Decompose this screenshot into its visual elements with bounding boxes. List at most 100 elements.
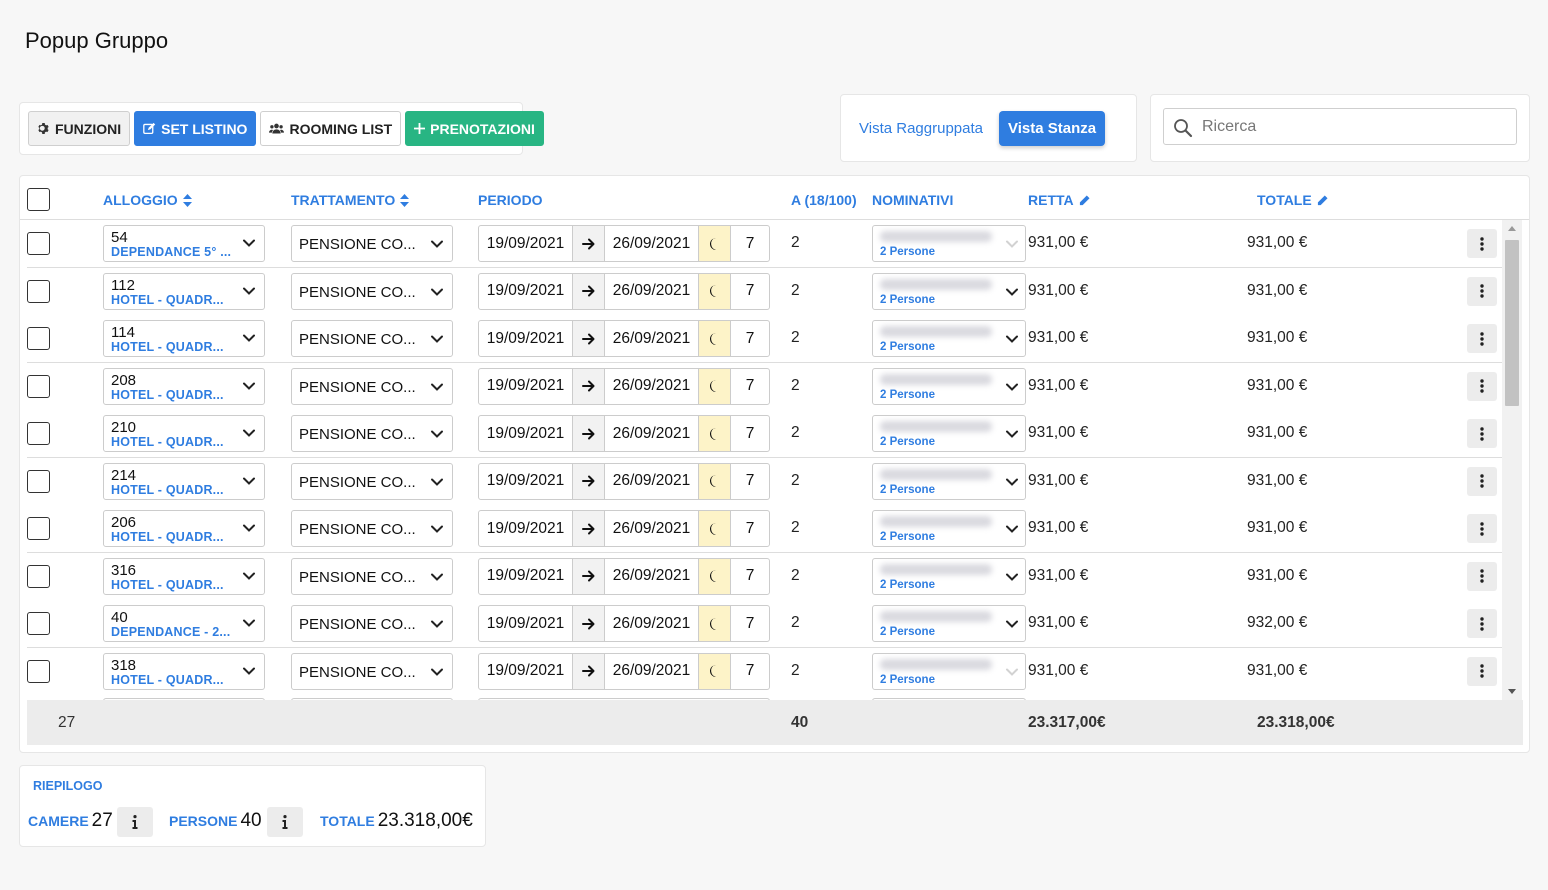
summary-totale-label: TOTALE bbox=[320, 813, 375, 829]
row-checkbox[interactable] bbox=[27, 232, 50, 255]
trattamento-select[interactable]: PENSIONE CO... bbox=[291, 510, 453, 547]
row-actions-button[interactable] bbox=[1467, 229, 1497, 258]
date-from-input[interactable]: 19/09/2021 bbox=[479, 653, 573, 689]
row-actions-button[interactable] bbox=[1467, 324, 1497, 353]
trattamento-select[interactable]: PENSIONE CO... bbox=[291, 652, 453, 690]
date-to-input[interactable]: 26/09/2021 bbox=[605, 416, 699, 451]
nights-input[interactable]: 7 bbox=[731, 226, 769, 261]
row-actions-button[interactable] bbox=[1467, 276, 1497, 306]
nominativi-select[interactable]: 2 Persone bbox=[872, 367, 1026, 405]
date-to-input[interactable]: 26/09/2021 bbox=[605, 273, 699, 309]
date-to-input[interactable]: 26/09/2021 bbox=[605, 463, 699, 499]
search-input[interactable] bbox=[1202, 109, 1502, 144]
nights-input[interactable]: 7 bbox=[731, 369, 769, 404]
row-actions-button[interactable] bbox=[1467, 514, 1497, 543]
date-to-input[interactable]: 26/09/2021 bbox=[605, 511, 699, 546]
row-checkbox[interactable] bbox=[27, 517, 50, 540]
nights-input[interactable]: 7 bbox=[731, 464, 769, 499]
row-checkbox[interactable] bbox=[27, 659, 50, 683]
vista-raggruppata-link[interactable]: Vista Raggruppata bbox=[859, 120, 983, 137]
header-retta[interactable]: RETTA bbox=[1028, 192, 1090, 208]
nights-input[interactable]: 7 bbox=[731, 511, 769, 546]
nights-input[interactable]: 7 bbox=[731, 654, 769, 689]
nights-input[interactable]: 7 bbox=[731, 321, 769, 356]
row-checkbox[interactable] bbox=[27, 612, 50, 635]
nights-input[interactable]: 7 bbox=[731, 416, 769, 451]
row-actions-button[interactable] bbox=[1467, 371, 1497, 401]
nominativi-select[interactable]: 2 Persone bbox=[872, 557, 1026, 595]
row-actions-button[interactable] bbox=[1467, 561, 1497, 591]
alloggio-select[interactable]: 318 HOTEL - QUADR... bbox=[103, 652, 265, 690]
alloggio-select[interactable]: 114 HOTEL - QUADR... bbox=[103, 320, 265, 357]
nominativi-select[interactable]: 2 Persone bbox=[872, 225, 1026, 262]
header-totale[interactable]: TOTALE bbox=[1257, 192, 1328, 208]
rooming-list-button[interactable]: ROOMING LIST bbox=[260, 111, 402, 146]
date-from-input[interactable]: 19/09/2021 bbox=[479, 463, 573, 499]
funzioni-button[interactable]: FUNZIONI bbox=[28, 111, 131, 146]
date-from-input[interactable]: 19/09/2021 bbox=[479, 321, 573, 356]
row-checkbox[interactable] bbox=[27, 279, 50, 303]
date-from-input[interactable]: 19/09/2021 bbox=[479, 416, 573, 451]
camere-info-button[interactable] bbox=[117, 807, 153, 837]
date-from-input[interactable]: 19/09/2021 bbox=[479, 606, 573, 641]
alloggio-select[interactable]: 206 HOTEL - QUADR... bbox=[103, 510, 265, 547]
nominativi-select[interactable]: 2 Persone bbox=[872, 652, 1026, 690]
trattamento-select[interactable]: PENSIONE CO... bbox=[291, 462, 453, 500]
date-to-input[interactable]: 26/09/2021 bbox=[605, 368, 699, 404]
date-to-input[interactable]: 26/09/2021 bbox=[605, 558, 699, 594]
nominativi-select[interactable]: 2 Persone bbox=[872, 415, 1026, 452]
row-actions-button[interactable] bbox=[1467, 419, 1497, 448]
nominativi-select[interactable]: 2 Persone bbox=[872, 272, 1026, 310]
trattamento-select[interactable]: PENSIONE CO... bbox=[291, 605, 453, 642]
trattamento-select[interactable]: PENSIONE CO... bbox=[291, 225, 453, 262]
table-scrollbar[interactable] bbox=[1502, 220, 1522, 700]
nominativi-select[interactable]: 2 Persone bbox=[872, 510, 1026, 547]
trattamento-select[interactable]: PENSIONE CO... bbox=[291, 272, 453, 310]
date-to-input[interactable]: 26/09/2021 bbox=[605, 321, 699, 356]
row-actions-button[interactable] bbox=[1467, 466, 1497, 496]
alloggio-select[interactable]: 112 HOTEL - QUADR... bbox=[103, 272, 265, 310]
scroll-thumb[interactable] bbox=[1505, 240, 1519, 406]
alloggio-select[interactable]: 210 HOTEL - QUADR... bbox=[103, 415, 265, 452]
trattamento-select[interactable]: PENSIONE CO... bbox=[291, 367, 453, 405]
alloggio-select[interactable]: 208 HOTEL - QUADR... bbox=[103, 367, 265, 405]
date-from-input[interactable]: 19/09/2021 bbox=[479, 273, 573, 309]
date-to-input[interactable]: 26/09/2021 bbox=[605, 226, 699, 261]
set-listino-button[interactable]: SET LISTINO bbox=[134, 111, 257, 146]
nights-input[interactable]: 7 bbox=[731, 274, 769, 309]
row-actions-button[interactable] bbox=[1467, 609, 1497, 638]
row-checkbox[interactable] bbox=[27, 564, 50, 588]
scroll-down-arrow-icon[interactable] bbox=[1508, 689, 1516, 694]
row-checkbox[interactable] bbox=[27, 374, 50, 398]
prenotazioni-button[interactable]: PRENOTAZIONI bbox=[405, 111, 544, 146]
row-checkbox[interactable] bbox=[27, 422, 50, 445]
persone-info-button[interactable] bbox=[267, 807, 303, 837]
alloggio-select[interactable]: 40 DEPENDANCE - 2... bbox=[103, 605, 265, 642]
select-all-checkbox[interactable] bbox=[27, 188, 50, 211]
trattamento-select[interactable]: PENSIONE CO... bbox=[291, 557, 453, 595]
header-trattamento[interactable]: TRATTAMENTO bbox=[291, 192, 410, 208]
alloggio-select[interactable]: 54 DEPENDANCE 5° ... bbox=[103, 225, 265, 262]
nights-input[interactable]: 7 bbox=[731, 559, 769, 594]
row-actions-button[interactable] bbox=[1467, 656, 1497, 686]
row-checkbox[interactable] bbox=[27, 327, 50, 350]
alloggio-select[interactable]: 214 HOTEL - QUADR... bbox=[103, 462, 265, 500]
date-from-input[interactable]: 19/09/2021 bbox=[479, 368, 573, 404]
trattamento-select[interactable]: PENSIONE CO... bbox=[291, 320, 453, 357]
date-to-input[interactable]: 26/09/2021 bbox=[605, 653, 699, 689]
date-from-input[interactable]: 19/09/2021 bbox=[479, 226, 573, 261]
date-from-input[interactable]: 19/09/2021 bbox=[479, 558, 573, 594]
date-to-input[interactable]: 26/09/2021 bbox=[605, 606, 699, 641]
date-from-input[interactable]: 19/09/2021 bbox=[479, 511, 573, 546]
vista-stanza-button[interactable]: Vista Stanza bbox=[998, 110, 1106, 146]
nominativi-select[interactable]: 2 Persone bbox=[872, 605, 1026, 642]
trattamento-select[interactable]: PENSIONE CO... bbox=[291, 415, 453, 452]
nominativi-select[interactable]: 2 Persone bbox=[872, 462, 1026, 500]
nights-indicator bbox=[699, 368, 731, 404]
nominativi-select[interactable]: 2 Persone bbox=[872, 320, 1026, 357]
header-alloggio[interactable]: ALLOGGIO bbox=[103, 192, 192, 208]
row-checkbox[interactable] bbox=[27, 469, 50, 493]
alloggio-select[interactable]: 316 HOTEL - QUADR... bbox=[103, 557, 265, 595]
scroll-up-arrow-icon[interactable] bbox=[1508, 226, 1516, 231]
nights-input[interactable]: 7 bbox=[731, 606, 769, 641]
